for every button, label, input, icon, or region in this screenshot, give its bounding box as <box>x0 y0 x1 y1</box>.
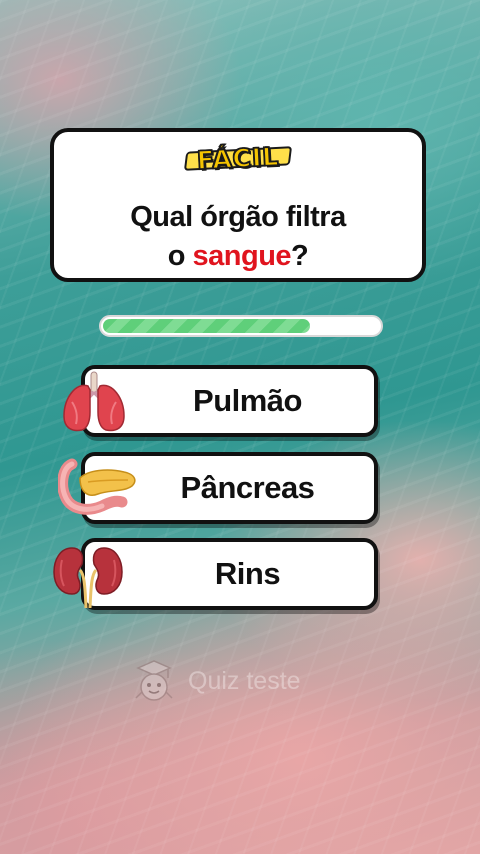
watermark-text: Quiz teste <box>188 666 301 695</box>
kidneys-icon <box>53 547 123 609</box>
question-highlight: sangue <box>192 240 292 272</box>
difficulty-badge: FÁCIL <box>190 141 286 176</box>
question-suffix: ? <box>291 240 309 272</box>
option-label: Pulmão <box>193 383 302 418</box>
difficulty-label: FÁCIL <box>54 141 422 176</box>
watermark: Quiz teste <box>130 658 301 704</box>
option-label: Pâncreas <box>180 470 315 505</box>
option-label: Rins <box>214 556 281 591</box>
mascot-icon <box>135 660 173 701</box>
question-prefix: o <box>167 240 193 272</box>
question-card: FÁCIL Qual órgão filtra o sangue? <box>50 128 426 282</box>
question-line-2: o sangue? <box>54 237 422 276</box>
question-text: Qual órgão filtra o sangue? <box>54 198 422 276</box>
progress-fill <box>103 319 310 333</box>
progress-bar <box>99 315 383 337</box>
lungs-icon <box>63 371 125 432</box>
question-line-1: Qual órgão filtra <box>130 201 346 233</box>
pancreas-icon <box>58 458 136 515</box>
